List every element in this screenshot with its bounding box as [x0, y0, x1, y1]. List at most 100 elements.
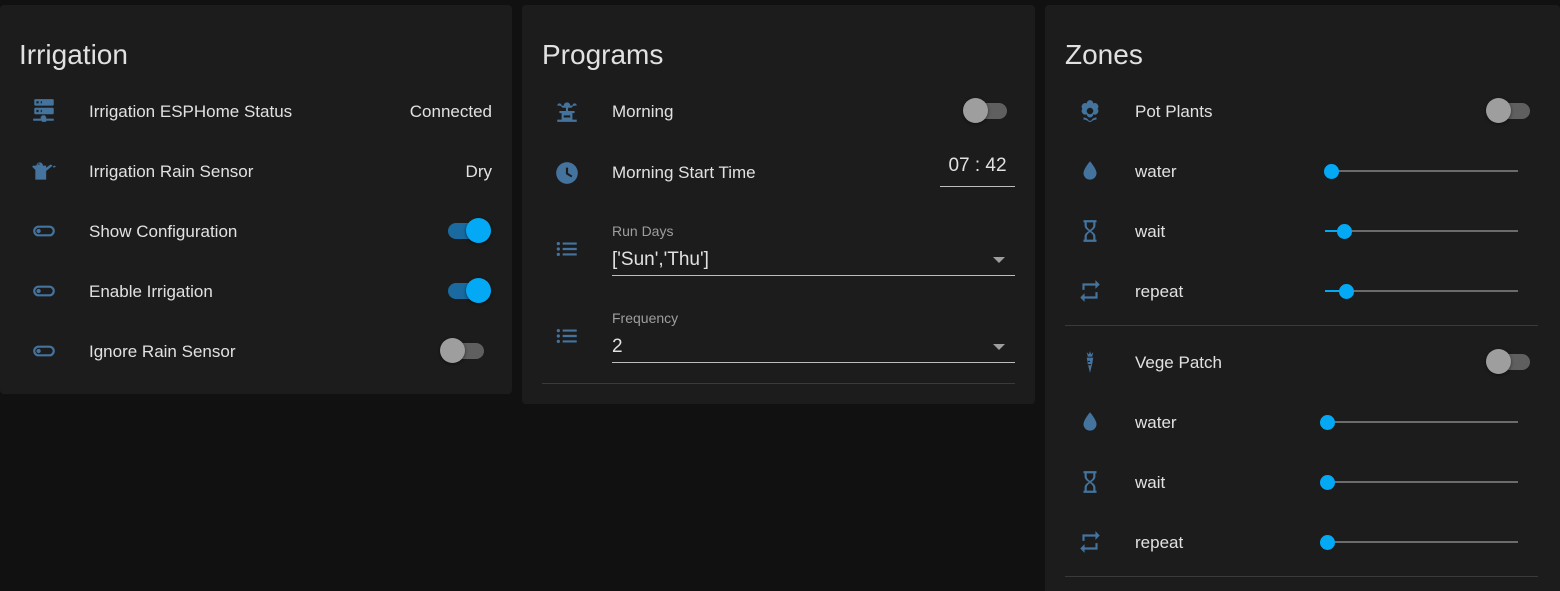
rain-sensor-row[interactable]: Irrigation Rain Sensor Dry — [0, 151, 512, 191]
pot-plants-wait-label: wait — [1135, 222, 1166, 241]
esphome-status-label: Irrigation ESPHome Status — [89, 102, 293, 121]
vege-patch-wait-row[interactable]: wait — [1045, 462, 1560, 502]
flower-icon — [1075, 96, 1105, 126]
watering-can-icon — [29, 156, 59, 186]
pot-plants-water-label: water — [1135, 162, 1177, 181]
chevron-down-icon[interactable] — [993, 344, 1005, 350]
toggle-switch-icon — [29, 216, 59, 246]
esphome-status-value: Connected — [409, 102, 492, 121]
server-network-icon — [29, 96, 59, 126]
vege-patch-wait-slider[interactable] — [1320, 472, 1518, 492]
slider-thumb[interactable] — [1320, 535, 1335, 550]
show-configuration-row[interactable]: Show Configuration — [0, 211, 512, 251]
water-drop-icon — [1075, 156, 1105, 186]
toggle-knob — [963, 98, 988, 123]
vege-patch-repeat-slider[interactable] — [1320, 532, 1518, 552]
toggle-switch-icon — [29, 276, 59, 306]
run-days-value: ['Sun','Thu'] — [612, 249, 709, 270]
run-days-caption: Run Days — [612, 223, 674, 239]
zones-divider — [1065, 576, 1538, 577]
programs-divider — [542, 383, 1015, 384]
morning-start-time-row[interactable]: Morning Start Time 07 : 42 — [522, 151, 1035, 191]
frequency-select[interactable]: Frequency 2 — [612, 310, 1015, 363]
ignore-rain-sensor-toggle[interactable] — [440, 338, 486, 363]
pot-plants-water-row[interactable]: water — [1045, 151, 1560, 191]
slider-thumb[interactable] — [1320, 415, 1335, 430]
esphome-status-row[interactable]: Irrigation ESPHome Status Connected — [0, 91, 512, 131]
zone-pot-plants-row[interactable]: Pot Plants — [1045, 91, 1560, 131]
time-minute[interactable]: 42 — [985, 155, 1006, 176]
clock-icon — [552, 158, 582, 188]
pot-plants-repeat-row[interactable]: repeat — [1045, 271, 1560, 311]
water-drop-icon — [1075, 407, 1105, 437]
vege-patch-repeat-label: repeat — [1135, 533, 1184, 552]
zones-card: Zones Pot Plants water wait repeat Vege … — [1045, 5, 1560, 591]
programs-card-title: Programs — [542, 39, 664, 70]
slider-thumb[interactable] — [1323, 164, 1339, 179]
frequency-value: 2 — [612, 336, 623, 357]
enable-irrigation-toggle[interactable] — [444, 278, 491, 303]
pot-plants-wait-row[interactable]: wait — [1045, 211, 1560, 251]
slider-thumb[interactable] — [1337, 224, 1353, 239]
vege-patch-water-row[interactable]: water — [1045, 402, 1560, 442]
fountain-icon — [552, 96, 582, 126]
show-configuration-toggle[interactable] — [444, 218, 491, 243]
toggle-knob — [440, 338, 465, 363]
slider-rail — [1325, 230, 1518, 232]
enable-irrigation-row[interactable]: Enable Irrigation — [0, 271, 512, 311]
hourglass-icon — [1075, 467, 1105, 497]
ignore-rain-sensor-label: Ignore Rain Sensor — [89, 342, 236, 361]
carrot-icon — [1075, 347, 1105, 377]
repeat-icon — [1075, 527, 1105, 557]
repeat-icon — [1075, 276, 1105, 306]
run-days-select[interactable]: Run Days ['Sun','Thu'] — [612, 223, 1015, 276]
morning-program-row[interactable]: Morning — [522, 91, 1035, 131]
zone-pot-plants-toggle[interactable] — [1486, 98, 1532, 123]
programs-card: Programs Morning Morning Start Time 07 :… — [522, 5, 1035, 404]
slider-rail — [1327, 481, 1518, 483]
morning-toggle[interactable] — [963, 98, 1009, 123]
toggle-knob — [1486, 98, 1511, 123]
vege-patch-wait-label: wait — [1135, 473, 1166, 492]
frequency-caption: Frequency — [612, 310, 679, 326]
slider-thumb[interactable] — [1339, 284, 1355, 299]
slider-rail — [1327, 421, 1518, 423]
frequency-row[interactable]: Frequency 2 — [522, 308, 1035, 368]
show-configuration-label: Show Configuration — [89, 222, 238, 241]
zones-divider — [1065, 325, 1538, 326]
zone-pot-plants-label: Pot Plants — [1135, 102, 1213, 121]
zone-vege-patch-label: Vege Patch — [1135, 353, 1222, 372]
slider-rail — [1327, 541, 1518, 543]
enable-irrigation-label: Enable Irrigation — [89, 282, 213, 301]
zone-vege-patch-row[interactable]: Vege Patch — [1045, 342, 1560, 382]
pot-plants-repeat-slider[interactable] — [1325, 281, 1518, 301]
run-days-row[interactable]: Run Days ['Sun','Thu'] — [522, 221, 1035, 281]
chevron-down-icon[interactable] — [993, 257, 1005, 263]
morning-start-time-input[interactable]: 07 : 42 — [940, 155, 1015, 187]
rain-sensor-label: Irrigation Rain Sensor — [89, 162, 254, 181]
time-separator: : — [974, 155, 981, 176]
morning-label: Morning — [612, 102, 674, 121]
vege-patch-repeat-row[interactable]: repeat — [1045, 522, 1560, 562]
zone-vege-patch-toggle[interactable] — [1486, 349, 1532, 374]
toggle-knob — [466, 278, 491, 303]
format-list-bulleted-icon — [552, 321, 582, 351]
irrigation-card: Irrigation Irrigation ESPHome Status Con… — [0, 5, 512, 394]
time-hour[interactable]: 07 — [948, 155, 969, 176]
ignore-rain-sensor-row[interactable]: Ignore Rain Sensor — [0, 331, 512, 371]
format-list-bulleted-icon — [552, 234, 582, 264]
pot-plants-repeat-label: repeat — [1135, 282, 1184, 301]
pot-plants-water-slider[interactable] — [1323, 161, 1518, 181]
hourglass-icon — [1075, 216, 1105, 246]
irrigation-card-title: Irrigation — [19, 39, 128, 70]
vege-patch-water-slider[interactable] — [1320, 412, 1518, 432]
rain-sensor-value: Dry — [465, 162, 492, 181]
morning-start-time-label: Morning Start Time — [612, 163, 756, 182]
slider-rail — [1325, 170, 1518, 172]
vege-patch-water-label: water — [1135, 413, 1177, 432]
zones-card-title: Zones — [1065, 39, 1143, 70]
pot-plants-wait-slider[interactable] — [1325, 221, 1518, 241]
toggle-knob — [466, 218, 491, 243]
toggle-knob — [1486, 349, 1511, 374]
slider-thumb[interactable] — [1320, 475, 1335, 490]
